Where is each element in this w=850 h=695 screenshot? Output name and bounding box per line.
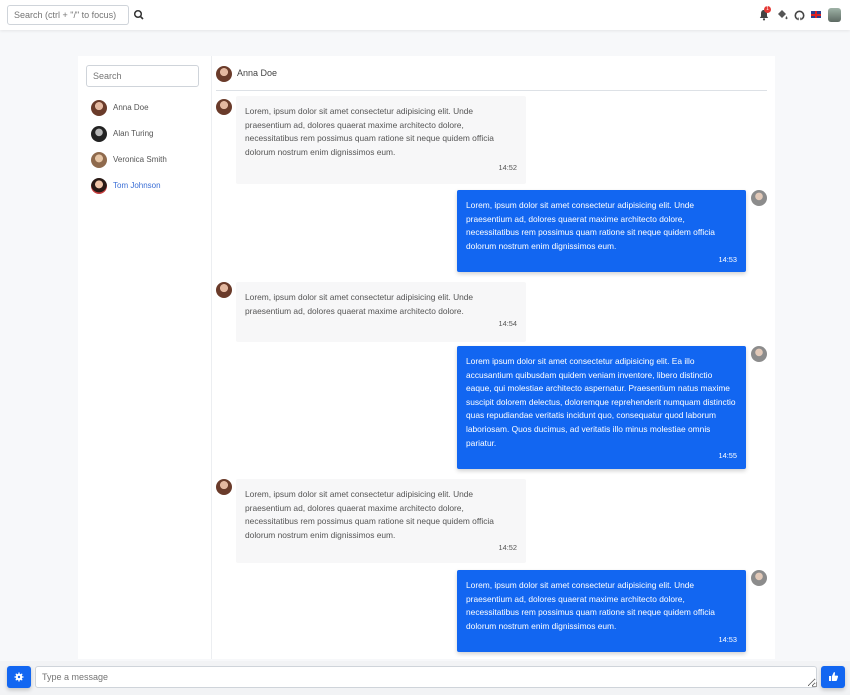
- avatar: [751, 190, 767, 206]
- message-incoming: Lorem, ipsum dolor sit amet consectetur …: [236, 479, 526, 563]
- message-input[interactable]: [35, 666, 817, 688]
- avatar: [216, 99, 232, 115]
- settings-button[interactable]: [7, 666, 31, 688]
- top-navbar: 1: [0, 0, 850, 30]
- chat-contact-name: Anna Doe: [237, 68, 278, 78]
- avatar: [216, 282, 232, 298]
- contact-alan-turing[interactable]: Alan Turing: [91, 124, 201, 144]
- message-time: 14:52: [498, 543, 518, 552]
- avatar: [91, 100, 107, 116]
- contacts-search-input[interactable]: [86, 65, 199, 87]
- message-text: Lorem, ipsum dolor sit amet consectetur …: [245, 106, 494, 157]
- message-text: Lorem ipsum dolor sit amet consectetur a…: [466, 356, 736, 448]
- contact-veronica-smith[interactable]: Veronica Smith: [91, 150, 201, 170]
- avatar: [91, 126, 107, 142]
- message-text: Lorem, ipsum dolor sit amet consectetur …: [466, 200, 715, 251]
- message-incoming: Lorem, ipsum dolor sit amet consectetur …: [236, 282, 526, 342]
- contact-name: Veronica Smith: [113, 155, 167, 164]
- message-incoming: Lorem, ipsum dolor sit amet consectetur …: [236, 96, 526, 184]
- message-outgoing: Lorem ipsum dolor sit amet consectetur a…: [457, 346, 746, 469]
- contact-name: Tom Johnson: [113, 181, 161, 190]
- message-time: 14:53: [718, 635, 738, 644]
- global-search-input[interactable]: [7, 5, 129, 25]
- message-time: 14:53: [718, 255, 738, 264]
- message-text: Lorem, ipsum dolor sit amet consectetur …: [245, 489, 494, 540]
- avatar: [216, 479, 232, 495]
- avatar: [91, 178, 107, 194]
- paint-bucket-icon[interactable]: [776, 8, 788, 22]
- contact-name: Alan Turing: [113, 129, 154, 138]
- search-icon[interactable]: [133, 8, 145, 22]
- github-icon[interactable]: [794, 8, 806, 22]
- message-composer: [0, 661, 850, 695]
- resize-handle[interactable]: [812, 682, 817, 687]
- notification-badge: 1: [764, 6, 771, 13]
- chat-header: Anna Doe: [216, 65, 767, 91]
- sidebar-divider: [211, 56, 212, 659]
- thumbs-up-icon: [829, 672, 839, 681]
- contact-name: Anna Doe: [113, 103, 149, 112]
- message-outgoing: Lorem, ipsum dolor sit amet consectetur …: [457, 190, 746, 272]
- message-time: 14:55: [718, 451, 738, 460]
- uk-flag-icon[interactable]: [811, 11, 821, 18]
- avatar: [91, 152, 107, 168]
- contact-tom-johnson[interactable]: Tom Johnson: [91, 176, 201, 196]
- message-time: 14:54: [498, 319, 518, 328]
- message-text: Lorem, ipsum dolor sit amet consectetur …: [466, 580, 715, 631]
- contact-anna-doe[interactable]: Anna Doe: [91, 98, 201, 118]
- user-avatar[interactable]: [828, 8, 841, 22]
- send-button[interactable]: [821, 666, 845, 688]
- message-text: Lorem, ipsum dolor sit amet consectetur …: [245, 292, 474, 316]
- message-outgoing: Lorem, ipsum dolor sit amet consectetur …: [457, 570, 746, 652]
- avatar: [216, 66, 232, 82]
- contacts-sidebar: Anna Doe Alan Turing Veronica Smith Tom …: [78, 56, 211, 659]
- avatar: [751, 570, 767, 586]
- gear-icon: [14, 672, 24, 682]
- message-time: 14:52: [498, 163, 518, 172]
- chat-card: Anna Doe Alan Turing Veronica Smith Tom …: [78, 56, 775, 659]
- avatar: [751, 346, 767, 362]
